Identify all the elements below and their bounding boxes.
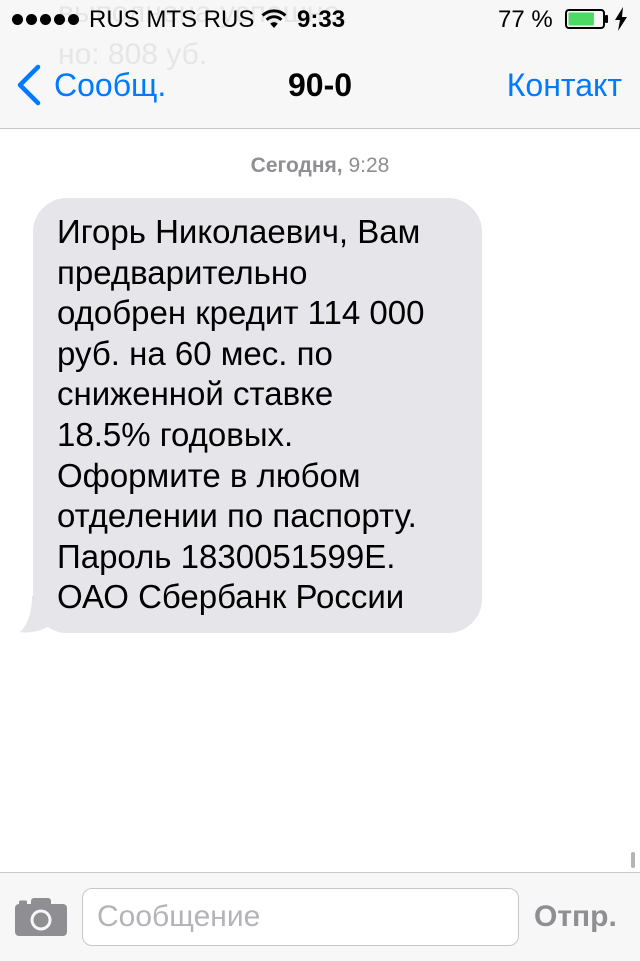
battery-percent: 77 %: [498, 6, 553, 33]
message-line: ОАО Сбербанк России: [57, 578, 405, 616]
battery-icon: [565, 9, 608, 29]
camera-icon[interactable]: [14, 897, 68, 937]
scroll-indicator[interactable]: [631, 852, 635, 868]
incoming-message-bubble[interactable]: Игорь Николаевич, Вам предварительно одобр…: [33, 198, 482, 633]
timestamp-time: 9:28: [348, 154, 390, 177]
message-line: 18.5% годовых.: [57, 415, 294, 453]
send-button[interactable]: Отпр.: [534, 899, 617, 935]
message-line: сниженной ставке: [57, 375, 334, 413]
message-line: одобрен кредит 114 000: [57, 294, 425, 332]
back-label: Сообщ.: [54, 67, 167, 103]
charging-bolt-icon: [615, 7, 627, 31]
message-text: Игорь Николаевич, Вам предварительно одобр…: [57, 212, 462, 618]
message-line: Оформите в любом: [57, 456, 361, 494]
message-line: отделении по паспорту.: [57, 497, 417, 535]
message-line: руб. на 60 мес. по: [57, 334, 333, 372]
message-timestamp: Сегодня, 9:28: [0, 153, 640, 179]
wifi-icon: [261, 9, 287, 28]
signal-dots-icon: [12, 14, 79, 25]
timestamp-day: Сегодня,: [250, 154, 343, 177]
message-input[interactable]: [82, 888, 519, 946]
status-bar: RUS MTS RUS 9:33 77 %: [0, 0, 640, 40]
message-line: Пароль 1830051599E.: [57, 537, 396, 575]
message-line: Игорь Николаевич, Вам: [57, 213, 421, 250]
conversation-title: 90-0: [287, 67, 353, 103]
top-bar: выполнена успешно. но: 808 уб. RUS MTS R…: [0, 0, 640, 129]
chevron-left-icon: [17, 64, 41, 106]
status-clock: 9:33: [297, 6, 346, 33]
message-line: предварительно: [57, 253, 308, 291]
back-button[interactable]: Сообщ.: [14, 60, 166, 110]
carrier-name: RUS MTS RUS: [89, 6, 255, 33]
contact-button[interactable]: Контакт: [507, 64, 622, 106]
nav-bar: Сообщ. 90-0 Контакт: [0, 40, 640, 128]
message-input-bar: Отпр.: [0, 872, 640, 961]
